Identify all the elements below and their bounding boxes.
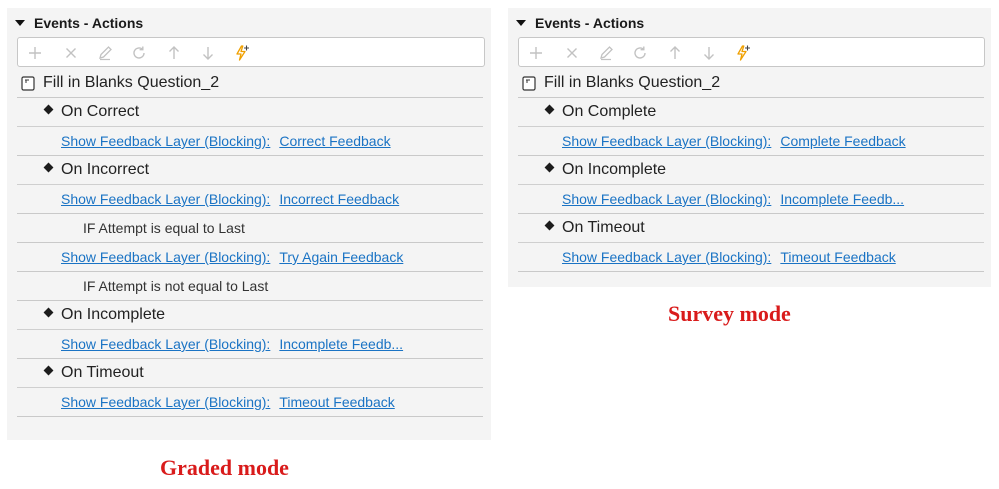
add-button[interactable] bbox=[525, 42, 547, 64]
event-diamond-icon bbox=[544, 220, 555, 230]
condition-label: IF Attempt is equal to Last bbox=[83, 220, 245, 236]
action-link[interactable]: Show Feedback Layer (Blocking): bbox=[562, 249, 771, 265]
event-label: On Incomplete bbox=[562, 161, 667, 178]
question-title: Fill in Blanks Question_2 bbox=[544, 74, 721, 91]
question-slide-icon bbox=[21, 75, 35, 91]
action-target-link[interactable]: Incomplete Feedb... bbox=[279, 336, 403, 352]
event-diamond-icon bbox=[43, 365, 54, 375]
action-target-link[interactable]: Incomplete Feedb... bbox=[780, 191, 904, 207]
condition-row[interactable]: IF Attempt is not equal to Last bbox=[17, 272, 483, 301]
event-diamond-icon bbox=[43, 162, 54, 172]
event-diamond-icon bbox=[43, 307, 54, 317]
refresh-icon bbox=[133, 46, 145, 59]
event-label: On Complete bbox=[562, 103, 657, 120]
actions-toolbar bbox=[518, 37, 985, 67]
edit-icon bbox=[99, 46, 112, 61]
event-row[interactable]: On Complete bbox=[518, 98, 984, 127]
action-row[interactable]: Show Feedback Layer (Blocking): Correct F… bbox=[17, 127, 483, 156]
event-label: On Incomplete bbox=[61, 306, 166, 323]
refresh-icon bbox=[634, 46, 646, 59]
event-row[interactable]: On Timeout bbox=[17, 359, 483, 388]
caption-survey-mode: Survey mode bbox=[668, 301, 791, 326]
event-row[interactable]: On Timeout bbox=[518, 214, 984, 243]
refresh-button[interactable] bbox=[128, 42, 150, 64]
events-tree: Fill in Blanks Question_2 On Correct Show … bbox=[17, 69, 483, 417]
event-row[interactable]: On Incorrect bbox=[17, 156, 483, 185]
action-target-link[interactable]: Timeout Feedback bbox=[279, 394, 394, 410]
event-diamond-icon bbox=[544, 104, 555, 114]
move-down-button[interactable] bbox=[197, 42, 219, 64]
move-down-icon bbox=[203, 47, 213, 60]
add-icon bbox=[29, 47, 41, 59]
question-title: Fill in Blanks Question_2 bbox=[43, 74, 220, 91]
action-row[interactable]: Show Feedback Layer (Blocking): Try Again… bbox=[17, 243, 483, 272]
condition-label: IF Attempt is not equal to Last bbox=[83, 278, 269, 294]
action-row[interactable]: Show Feedback Layer (Blocking): Timeout F… bbox=[17, 388, 483, 417]
panel-header[interactable]: Events - Actions bbox=[15, 14, 143, 32]
event-row[interactable]: On Incomplete bbox=[17, 301, 483, 330]
action-row[interactable]: Show Feedback Layer (Blocking): Incorrect… bbox=[17, 185, 483, 214]
edit-icon bbox=[600, 46, 613, 61]
move-down-button[interactable] bbox=[698, 42, 720, 64]
caption-graded-mode: Graded mode bbox=[160, 455, 289, 480]
action-link[interactable]: Show Feedback Layer (Blocking): bbox=[562, 191, 771, 207]
action-link[interactable]: Show Feedback Layer (Blocking): bbox=[61, 394, 270, 410]
action-target-link[interactable]: Complete Feedback bbox=[780, 133, 905, 149]
event-row[interactable]: On Incomplete bbox=[518, 156, 984, 185]
events-actions-panel-survey: Events - Actions Fill in Blanks Question… bbox=[508, 8, 991, 287]
action-link[interactable]: Show Feedback Layer (Blocking): bbox=[562, 133, 771, 149]
event-label: On Timeout bbox=[562, 219, 645, 236]
question-row[interactable]: Fill in Blanks Question_2 bbox=[518, 69, 984, 98]
panel-header-title: Events - Actions bbox=[34, 15, 144, 31]
collapse-triangle-icon[interactable] bbox=[15, 20, 25, 26]
action-row[interactable]: Show Feedback Layer (Blocking): Complete … bbox=[518, 127, 984, 156]
event-row[interactable]: On Correct bbox=[17, 98, 483, 127]
event-label: On Incorrect bbox=[61, 161, 150, 178]
add-trigger-icon bbox=[737, 45, 750, 61]
question-row[interactable]: Fill in Blanks Question_2 bbox=[17, 69, 483, 98]
events-tree: Fill in Blanks Question_2 On Complete Show… bbox=[518, 69, 984, 272]
edit-button[interactable] bbox=[595, 42, 617, 64]
move-up-button[interactable] bbox=[664, 42, 686, 64]
refresh-button[interactable] bbox=[629, 42, 651, 64]
delete-button[interactable] bbox=[60, 42, 82, 64]
add-icon bbox=[530, 47, 542, 59]
move-down-icon bbox=[704, 47, 714, 60]
action-link[interactable]: Show Feedback Layer (Blocking): bbox=[61, 249, 270, 265]
add-trigger-button[interactable] bbox=[732, 42, 754, 64]
action-target-link[interactable]: Incorrect Feedback bbox=[279, 191, 399, 207]
move-up-button[interactable] bbox=[163, 42, 185, 64]
panel-header-title: Events - Actions bbox=[535, 15, 645, 31]
move-up-icon bbox=[670, 46, 680, 59]
edit-button[interactable] bbox=[94, 42, 116, 64]
events-actions-panel-graded: Events - Actions Fill in Blanks Question… bbox=[7, 8, 491, 440]
question-slide-icon bbox=[522, 75, 536, 91]
actions-toolbar bbox=[17, 37, 485, 67]
delete-icon bbox=[567, 48, 577, 58]
action-row[interactable]: Show Feedback Layer (Blocking): Incomplet… bbox=[518, 185, 984, 214]
add-trigger-button[interactable] bbox=[231, 42, 253, 64]
action-target-link[interactable]: Timeout Feedback bbox=[780, 249, 895, 265]
action-link[interactable]: Show Feedback Layer (Blocking): bbox=[61, 133, 270, 149]
event-diamond-icon bbox=[43, 104, 54, 114]
action-target-link[interactable]: Correct Feedback bbox=[279, 133, 390, 149]
move-up-icon bbox=[169, 46, 179, 59]
add-trigger-icon bbox=[236, 45, 249, 61]
action-row[interactable]: Show Feedback Layer (Blocking): Incomplet… bbox=[17, 330, 483, 359]
action-row[interactable]: Show Feedback Layer (Blocking): Timeout F… bbox=[518, 243, 984, 272]
delete-button[interactable] bbox=[561, 42, 583, 64]
event-diamond-icon bbox=[544, 162, 555, 172]
event-label: On Correct bbox=[61, 103, 140, 120]
action-link[interactable]: Show Feedback Layer (Blocking): bbox=[61, 336, 270, 352]
add-button[interactable] bbox=[24, 42, 46, 64]
delete-icon bbox=[66, 48, 76, 58]
collapse-triangle-icon[interactable] bbox=[516, 20, 526, 26]
condition-row[interactable]: IF Attempt is equal to Last bbox=[17, 214, 483, 243]
action-target-link[interactable]: Try Again Feedback bbox=[279, 249, 403, 265]
action-link[interactable]: Show Feedback Layer (Blocking): bbox=[61, 191, 270, 207]
panel-header[interactable]: Events - Actions bbox=[516, 14, 644, 32]
event-label: On Timeout bbox=[61, 364, 144, 381]
